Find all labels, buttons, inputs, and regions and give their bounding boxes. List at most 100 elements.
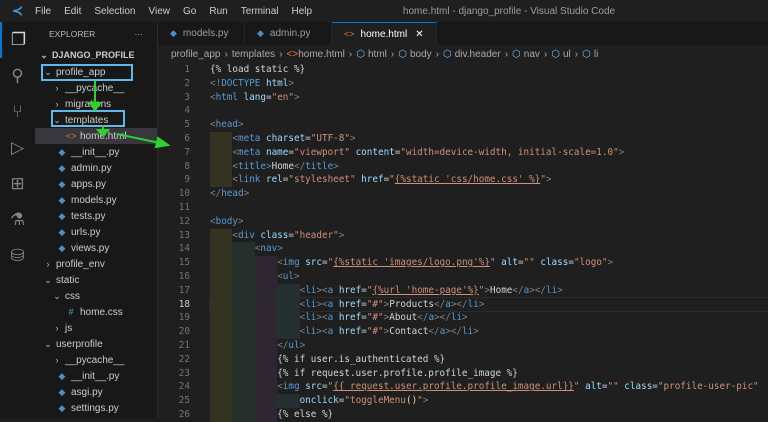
tree-item[interactable]: # home.css [35,304,157,320]
tree-item[interactable]: › profile_env [35,256,157,272]
tree-item[interactable]: ◆ views.py [35,240,157,256]
tree-item[interactable]: ◆ tests.py [35,208,157,224]
line-number: 7 [184,146,190,158]
tree-item[interactable]: ◆ asgi.py [35,384,157,400]
token: li [467,298,479,310]
code-text: <li><a href="#">Products</a></li> [300,298,485,312]
line-content: <head> [210,118,768,132]
database-icon[interactable]: ⛁ [0,238,35,274]
code-text: <head> [210,118,244,132]
indent-guide [254,325,278,339]
tree-item[interactable]: › js [35,320,157,336]
token: > [238,119,244,131]
line-content [210,104,768,118]
token: alt [495,257,518,269]
testing-icon[interactable]: ⚗ [0,202,35,238]
menu-view[interactable]: View [149,6,171,17]
search-icon[interactable]: ⚲ [0,58,35,94]
python-file-icon: ◆ [58,146,66,157]
run-debug-icon[interactable]: ▷ [0,130,35,166]
line-number: 4 [184,105,190,117]
tree-item-label: models.py [71,194,117,206]
token: "UTF-8" [310,132,350,144]
breadcrumb-item[interactable]: home.html [298,49,345,60]
tree-item[interactable]: ◆ admin.py [35,160,157,176]
token: >< [316,298,328,310]
token: img [282,257,300,269]
python-file-icon: ◆ [257,28,264,38]
token: li [305,298,317,310]
tree-item[interactable]: ⌄ css [35,288,157,304]
breadcrumb-item[interactable]: ul [563,49,571,60]
breadcrumb-item[interactable]: body [410,49,432,60]
tree-item-label: __init__.py [71,146,120,158]
token: li [305,326,317,338]
project-folder[interactable]: ⌄ DJANGO_PROFILE [35,46,157,64]
tree-item[interactable]: ◆ apps.py [35,176,157,192]
tab-home-html[interactable]: <> home.html ✕ [332,22,437,45]
indent-guide [232,325,255,339]
menu-go[interactable]: Go [183,6,196,17]
code-text: {% if user.is_authenticated %} [277,353,445,367]
source-control-icon[interactable]: ⑂ [0,94,35,130]
menu-selection[interactable]: Selection [94,6,135,17]
tree-item[interactable]: ⌄ userprofile [35,336,157,352]
tree-item[interactable]: ◆ settings.py [35,400,157,416]
token: <! [210,77,222,89]
code-line: 20 <li><a href="#">Contact</a></li> [158,325,768,339]
token: DOCTYPE [221,77,261,89]
tree-item[interactable]: ◆ __init__.py [35,144,157,160]
indent-guide [254,407,278,422]
tab-models-py[interactable]: ◆ models.py [158,22,245,45]
token: src [299,381,322,393]
code-text: </ul> [277,339,305,353]
close-icon[interactable]: ✕ [415,29,423,40]
code-line: 17 <li><a href="{%url 'home-page'%}">Home… [158,283,768,298]
tree-item-label: migrations [65,98,112,110]
menu-edit[interactable]: Edit [64,6,81,17]
indent-guide [210,159,233,174]
tab-admin-py[interactable]: ◆ admin.py [245,22,332,45]
breadcrumb-item[interactable]: li [594,49,598,60]
code-line: 19 <li><a href="#">About</a></li> [158,311,768,326]
tree-item-label: userprofile [56,338,103,350]
tree-item-label: __init__.py [71,370,120,382]
tree-item[interactable]: ◆ urls.py [35,224,157,240]
code-line: 11 [158,201,768,215]
token: </ [417,312,429,324]
extensions-icon[interactable]: ⊞ [0,166,35,202]
line-content: <li><a href="{%url 'home-page'%}">Home</… [210,283,768,298]
more-actions-icon[interactable]: ··· [135,29,144,39]
code-text: <li><a href="#">Contact</a></li> [300,325,479,339]
element-icon: ⬡ [512,48,521,60]
tree-item[interactable]: <> home.html [35,128,157,144]
token: "toggleMenu [344,395,406,407]
code-text: <body> [210,215,244,229]
breadcrumb-item[interactable]: profile_app [171,49,220,60]
explorer-icon[interactable]: ❐ [0,22,35,58]
token: </ [294,160,306,172]
indent-guide [254,283,278,298]
breadcrumb-item[interactable]: templates [232,49,275,60]
menu-file[interactable]: File [35,6,51,17]
indent-guide [232,394,255,408]
breadcrumb-item[interactable]: html [368,49,387,60]
tree-item[interactable]: › __pycache__ [35,80,157,96]
line-number: 11 [178,201,190,213]
breadcrumb-item[interactable]: nav [524,49,540,60]
tree-item[interactable]: ◆ models.py [35,192,157,208]
menu-terminal[interactable]: Terminal [241,6,279,17]
tree-item[interactable]: › __pycache__ [35,352,157,368]
menu-run[interactable]: Run [209,6,227,17]
code-line: 26 {% else %} [158,407,768,422]
tree-item[interactable]: ⌄ static [35,272,157,288]
code-line: 4 [158,104,768,118]
code-editor[interactable]: 1 {% load static %} 2 <!DOCTYPE html> 3 <html… [158,63,768,422]
menu-help[interactable]: Help [292,6,313,17]
line-number: 2 [184,77,190,89]
breadcrumb-item[interactable]: div.header [455,49,501,60]
chevron-right-icon: › [46,259,50,269]
line-number: 25 [178,395,190,407]
tree-item[interactable]: ◆ __init__.py [35,368,157,384]
tree-item-label: tests.py [71,210,106,222]
